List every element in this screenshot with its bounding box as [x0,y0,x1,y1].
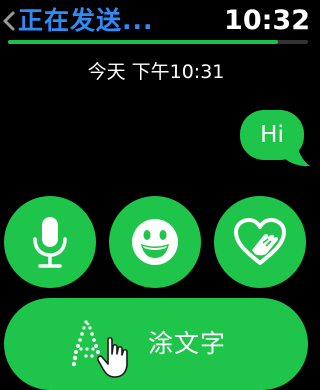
scribble-hand-icon [72,320,128,378]
sent-message-text: Hi [260,122,284,148]
send-progress-fill [8,40,278,44]
header-bar: 正在发送... 10:32 [0,0,312,44]
page-title[interactable]: 正在发送... [18,5,154,37]
digital-touch-button[interactable] [214,196,306,288]
conversation-timestamp: 今天 下午10:31 [87,61,225,83]
dictation-button[interactable] [4,196,96,288]
heart-touch-icon [234,218,286,265]
clock-time: 10:32 [224,5,310,36]
smiley-face-icon [132,219,178,265]
scribble-button[interactable]: 涂文字 [4,298,308,390]
send-progress-bar [8,40,308,44]
emoji-button[interactable] [109,196,201,288]
scribble-label: 涂文字 [148,329,227,358]
microphone-icon [33,217,67,268]
back-chevron-icon[interactable] [2,10,16,32]
